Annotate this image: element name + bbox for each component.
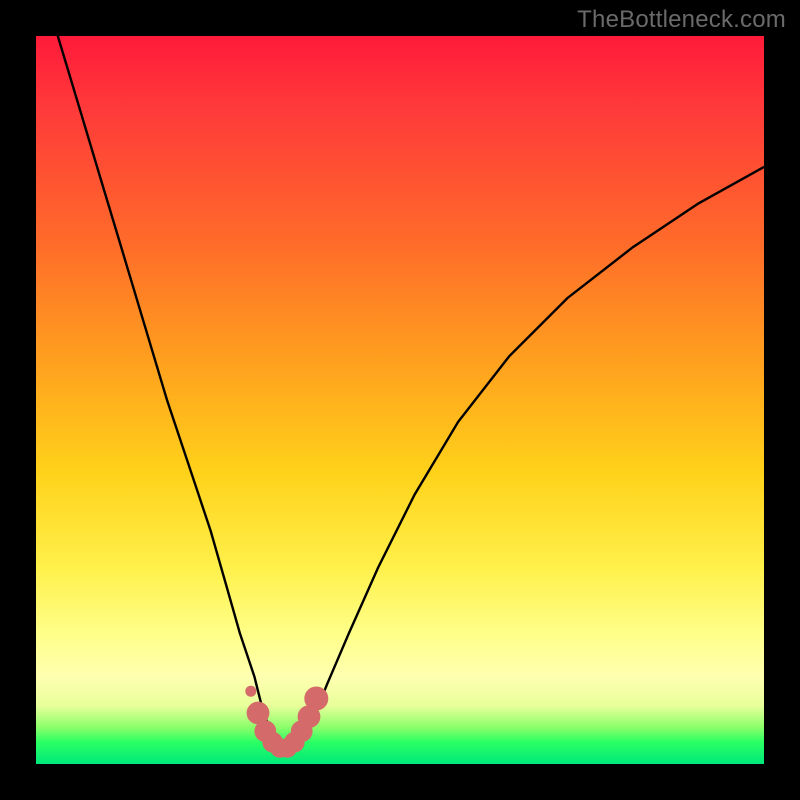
highlight-dot [304,687,328,711]
bottleneck-curve [58,36,764,749]
curve-layer [36,36,764,764]
watermark-text: TheBottleneck.com [577,6,786,34]
highlight-dot [245,686,256,697]
highlight-dots [245,686,328,758]
chart-frame: TheBottleneck.com [0,0,800,800]
plot-area [36,36,764,764]
